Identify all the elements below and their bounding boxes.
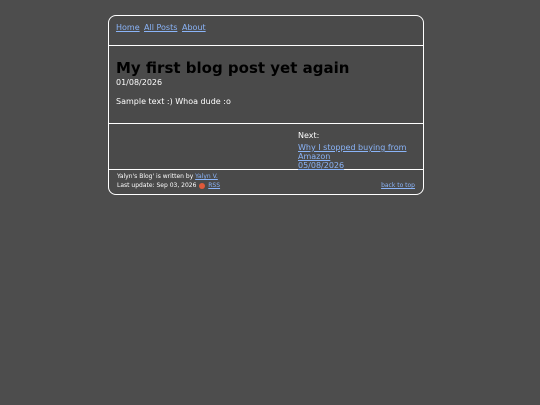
footer-author-line: Yalyn's Blog' is written by Yalyn V. bbox=[117, 173, 218, 180]
author-link[interactable]: Yalyn V. bbox=[195, 173, 218, 180]
next-post-link[interactable]: Why I stopped buying from Amazon 05/08/2… bbox=[298, 143, 423, 170]
blog-card: Home All Posts About My first blog post … bbox=[108, 15, 424, 195]
rss-icon bbox=[199, 182, 206, 189]
post-date: 01/08/2026 bbox=[116, 78, 163, 87]
rss-link[interactable]: RSS bbox=[208, 182, 220, 189]
footer-last-update: Last update: Sep 03, 2026 bbox=[117, 182, 197, 189]
top-nav: Home All Posts About bbox=[109, 16, 423, 46]
next-label: Next: bbox=[298, 131, 320, 140]
nav-about-link[interactable]: About bbox=[182, 23, 206, 32]
nav-all-posts-link[interactable]: All Posts bbox=[144, 23, 177, 32]
post-title: My first blog post yet again bbox=[116, 59, 350, 77]
footer-written-prefix: Yalyn's Blog' is written by bbox=[117, 173, 196, 180]
footer-update-line: Last update: Sep 03, 2026 RSS bbox=[117, 182, 220, 189]
footer: Yalyn's Blog' is written by Yalyn V. Las… bbox=[109, 169, 423, 195]
post-body: Sample text :) Whoa dude :o bbox=[116, 97, 231, 106]
back-to-top-link[interactable]: back to top bbox=[381, 182, 415, 189]
post-section: My first blog post yet again 01/08/2026 … bbox=[109, 45, 423, 124]
next-post-title: Why I stopped buying from Amazon bbox=[298, 143, 407, 161]
nav-home-link[interactable]: Home bbox=[116, 23, 140, 32]
next-post-section: Next: Why I stopped buying from Amazon 0… bbox=[109, 123, 423, 170]
